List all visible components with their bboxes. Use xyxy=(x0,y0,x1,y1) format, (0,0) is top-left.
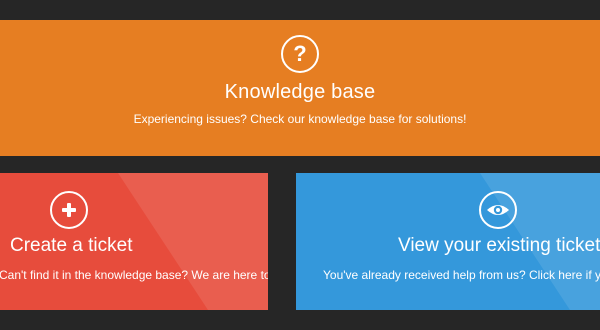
view-tickets-title: View your existing tickets xyxy=(398,235,600,256)
knowledge-base-title: Knowledge base xyxy=(224,81,376,103)
support-portal: ? Knowledge base Experiencing issues? Ch… xyxy=(0,0,600,330)
plus-icon xyxy=(50,191,88,229)
view-tickets-subtitle: You've already received help from us? Cl… xyxy=(323,268,600,282)
knowledge-base-card[interactable]: ? Knowledge base Experiencing issues? Ch… xyxy=(0,20,600,156)
question-mark-icon: ? xyxy=(281,35,319,73)
create-ticket-card[interactable]: Create a ticket Can't find it in the kno… xyxy=(0,173,268,310)
eye-icon xyxy=(479,191,517,229)
view-tickets-card[interactable]: View your existing tickets You've alread… xyxy=(296,173,600,310)
create-ticket-subtitle: Can't find it in the knowledge base? We … xyxy=(0,268,268,282)
create-ticket-title: Create a ticket xyxy=(10,235,133,256)
shine-decoration xyxy=(118,173,268,310)
knowledge-base-subtitle: Experiencing issues? Check our knowledge… xyxy=(133,112,467,126)
